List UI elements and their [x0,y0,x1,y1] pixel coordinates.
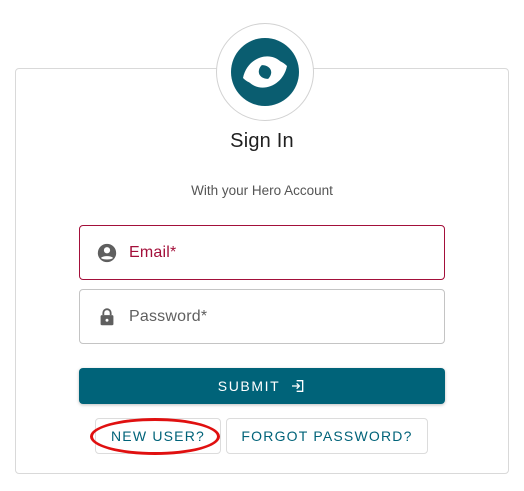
new-user-button[interactable]: NEW USER? [95,418,221,454]
hero-swirl-logo-icon [231,38,299,106]
login-icon [290,378,306,394]
submit-button-label: SUBMIT [217,378,281,394]
email-field[interactable]: Email* [79,225,445,280]
logo [216,23,314,121]
forgot-password-button[interactable]: FORGOT PASSWORD? [226,418,428,454]
sign-in-page: Sign In With your Hero Account Email* Pa… [0,0,524,491]
page-subtitle: With your Hero Account [191,183,333,198]
submit-button[interactable]: SUBMIT [79,368,445,404]
page-title: Sign In [230,130,294,152]
password-field[interactable]: Password* [79,289,445,344]
